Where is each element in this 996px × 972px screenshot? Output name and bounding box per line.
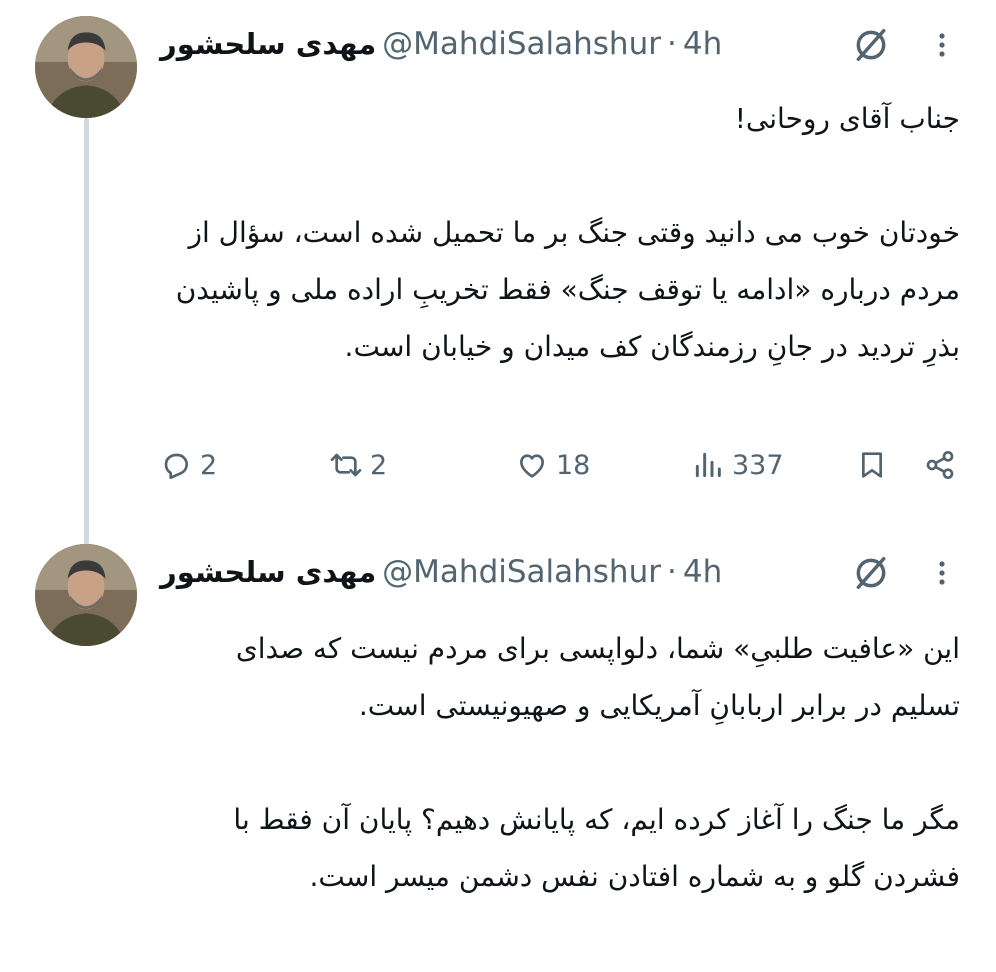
timestamp[interactable]: 4h bbox=[683, 26, 722, 62]
views-count: 337 bbox=[732, 449, 784, 481]
author-display-name[interactable]: مهدی سلحشور bbox=[160, 27, 376, 61]
avatar-image bbox=[35, 16, 137, 118]
bookmark-button[interactable] bbox=[856, 440, 888, 490]
author-handle[interactable]: @MahdiSalahshur bbox=[382, 554, 661, 590]
repost-count: 2 bbox=[370, 449, 388, 481]
repost-icon bbox=[330, 453, 362, 477]
tweet[interactable]: مهدی سلحشور @MahdiSalahshur · 4h جناب آق… bbox=[0, 0, 996, 520]
tweet[interactable]: مهدی سلحشور @MahdiSalahshur · 4h این «عا… bbox=[0, 528, 996, 972]
tweet-header: مهدی سلحشور @MahdiSalahshur · 4h bbox=[160, 550, 722, 594]
like-button[interactable]: 18 bbox=[516, 440, 590, 490]
grok-icon[interactable] bbox=[852, 26, 890, 64]
avatar[interactable] bbox=[35, 16, 137, 118]
heart-icon bbox=[520, 454, 544, 478]
tweet-paragraph: مگر ما جنگ را آغاز کرده ایم، که پایانش د… bbox=[233, 803, 960, 893]
tweet-header: مهدی سلحشور @MahdiSalahshur · 4h bbox=[160, 22, 722, 66]
tweet-paragraph: خودتان خوب می دانید وقتی جنگ بر ما تحمیل… bbox=[175, 216, 960, 363]
tweet-actions: 2 2 18 337 bbox=[160, 440, 970, 490]
repost-button[interactable]: 2 bbox=[330, 440, 387, 490]
author-handle[interactable]: @MahdiSalahshur bbox=[382, 26, 661, 62]
tweet-text: جناب آقای روحانی! خودتان خوب می دانید وق… bbox=[160, 90, 960, 375]
avatar[interactable] bbox=[35, 544, 137, 646]
like-count: 18 bbox=[556, 449, 591, 481]
tweet-paragraph: این «عافیت طلبیِ» شما، دلواپسی برای مردم… bbox=[235, 632, 960, 722]
views-icon bbox=[695, 452, 721, 478]
more-vertical-icon[interactable] bbox=[930, 556, 954, 590]
author-display-name[interactable]: مهدی سلحشور bbox=[160, 555, 376, 589]
bookmark-icon bbox=[862, 452, 882, 478]
more-vertical-icon[interactable] bbox=[930, 28, 954, 62]
tweet-text: این «عافیت طلبیِ» شما، دلواپسی برای مردم… bbox=[160, 620, 960, 905]
separator-dot: · bbox=[666, 554, 677, 590]
separator-dot: · bbox=[666, 26, 677, 62]
reply-icon bbox=[164, 453, 188, 479]
avatar-image bbox=[35, 544, 137, 646]
share-button[interactable] bbox=[924, 440, 956, 490]
share-icon bbox=[926, 451, 954, 479]
reply-count: 2 bbox=[200, 449, 218, 481]
views-button[interactable]: 337 bbox=[692, 440, 784, 490]
timestamp[interactable]: 4h bbox=[683, 554, 722, 590]
grok-icon[interactable] bbox=[852, 554, 890, 592]
reply-button[interactable]: 2 bbox=[160, 440, 217, 490]
tweet-paragraph: جناب آقای روحانی! bbox=[734, 102, 960, 135]
